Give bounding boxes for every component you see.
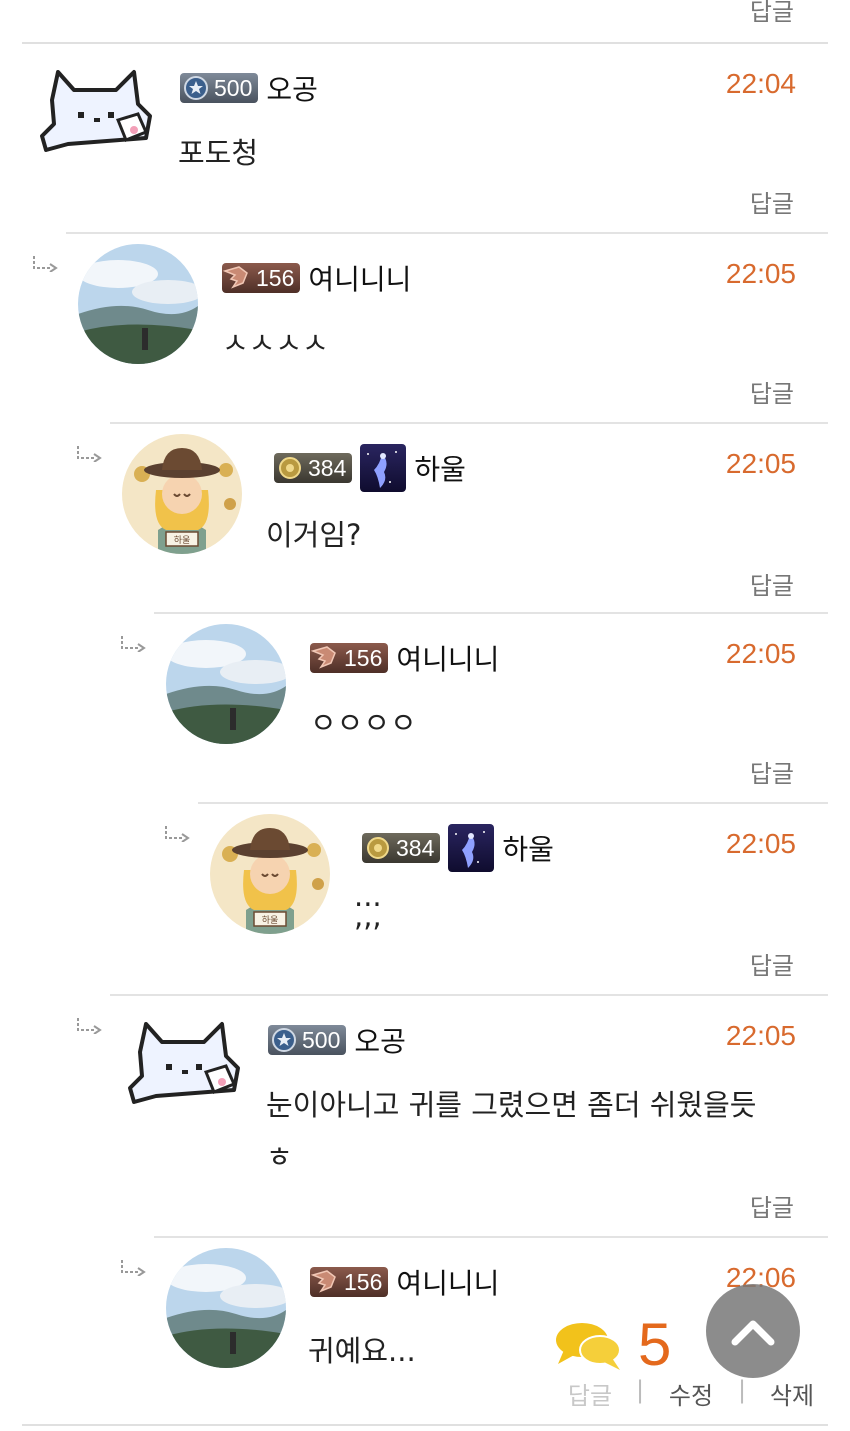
comment: 156 여니니니 22:05 ㅅㅅㅅㅅ 답글 [33, 232, 828, 424]
nickname[interactable]: 여니니니 [396, 1262, 499, 1302]
comment-text: 이거임? [266, 518, 362, 552]
level-badge: 500 [268, 1025, 347, 1055]
avatar-name-tag: 하울 [174, 535, 191, 546]
timestamp: 22:05 [725, 828, 796, 859]
timestamp: 22:05 [725, 258, 796, 289]
level-badge: 156 [310, 1267, 389, 1297]
nickname[interactable]: 하울 [502, 828, 554, 868]
reply-arrow-icon [76, 1018, 102, 1034]
reply-button[interactable]: 답글 [750, 0, 794, 27]
wing-emblem-icon [222, 263, 254, 293]
comment-text: 귀예요... [308, 1334, 416, 1368]
gold-emblem-icon [362, 833, 394, 863]
comment-actions: 답글 | 수정 | 삭제 [550, 1376, 832, 1411]
wing-emblem-icon [310, 643, 342, 673]
avatar[interactable] [166, 1248, 286, 1368]
reply-button[interactable]: 답글 [750, 374, 794, 409]
comment-meta: 156 여니니니 [222, 258, 411, 298]
reply-button[interactable]: 답글 [550, 1376, 630, 1411]
reply-button[interactable]: 답글 [750, 566, 794, 601]
avatar[interactable] [126, 1016, 246, 1106]
timestamp: 22:04 [725, 68, 796, 99]
nickname[interactable]: 오공 [354, 1020, 406, 1060]
avatar[interactable]: 하울 [122, 434, 242, 554]
separator: | [737, 1376, 747, 1404]
nickname[interactable]: 오공 [266, 68, 318, 108]
comment: 하울 384 하울 22:05 이거임? 답글 [77, 422, 828, 614]
comment: 156 여니니니 22:05 ㅇㅇㅇㅇ 답글 [121, 612, 828, 804]
level-badge: 156 [310, 643, 389, 673]
reply-button[interactable]: 답글 [750, 184, 794, 219]
reply-button[interactable]: 답글 [750, 1188, 794, 1223]
level-number: 384 [308, 454, 347, 481]
comment-text-line: 눈이아니고 귀를 그렸으면 좀더 쉬웠을듯 [266, 1088, 757, 1122]
level-badge: 156 [222, 263, 301, 293]
avatar[interactable] [78, 244, 198, 364]
level-badge: 500 [180, 73, 259, 103]
reply-arrow-icon [164, 826, 190, 842]
nickname[interactable]: 하울 [414, 448, 466, 488]
star-emblem-icon [268, 1025, 300, 1055]
comment-meta: 156 여니니니 [310, 1262, 499, 1302]
reply-arrow-icon [32, 256, 58, 272]
reply-arrow-icon [120, 636, 146, 652]
comment-meta: 384 하울 [274, 444, 466, 492]
comment-meta: 384 하울 [362, 824, 554, 872]
reply-arrow-icon [76, 446, 102, 462]
timestamp: 22:05 [725, 1020, 796, 1051]
level-number: 500 [214, 74, 253, 101]
comment-text: ㅇㅇㅇㅇ [310, 706, 417, 740]
comment: 500 오공 22:05 눈이아니고 귀를 그렸으면 좀더 쉬웠을듯 ㅎ 답글 [77, 994, 828, 1238]
level-number: 156 [256, 264, 295, 291]
star-emblem-icon [180, 73, 212, 103]
scroll-to-top-button[interactable] [706, 1284, 800, 1378]
level-badge: 384 [274, 453, 353, 483]
avatar[interactable]: 하울 [210, 814, 330, 934]
comment-count: 5 [638, 1311, 672, 1378]
reply-button[interactable]: 답글 [750, 754, 794, 789]
reply-button[interactable]: 답글 [750, 946, 794, 981]
comment-meta: 500 오공 [268, 1020, 406, 1060]
level-number: 156 [344, 644, 383, 671]
item-fairy-icon [448, 824, 495, 872]
comment: 하울 384 하울 22:05 ... ,,, 답글 [165, 802, 828, 996]
comment: 500 오공 22:04 포도청 답글 [22, 44, 828, 234]
comment-text: ㅅㅅㅅㅅ [222, 326, 329, 360]
level-number: 156 [344, 1268, 383, 1295]
timestamp: 22:05 [725, 448, 796, 479]
reply-arrow-icon [120, 1260, 146, 1276]
nickname[interactable]: 여니니니 [396, 638, 499, 678]
delete-button[interactable]: 삭제 [752, 1376, 832, 1411]
comment-text-line: ㅎ [266, 1140, 293, 1174]
level-badge: 384 [362, 833, 441, 863]
nickname[interactable]: 여니니니 [308, 258, 411, 298]
avatar-name-tag: 하울 [262, 915, 279, 926]
separator: | [635, 1376, 645, 1404]
chevron-up-icon [731, 1320, 775, 1346]
item-fairy-icon [360, 444, 407, 492]
avatar[interactable] [38, 64, 158, 154]
comment-meta: 156 여니니니 [310, 638, 499, 678]
avatar[interactable] [166, 624, 286, 744]
comment-text: 포도청 [178, 136, 259, 170]
comment-meta: 500 오공 [180, 68, 318, 108]
level-number: 384 [396, 834, 435, 861]
level-number: 500 [302, 1026, 341, 1053]
gold-emblem-icon [274, 453, 306, 483]
comment-text-line: ,,, [354, 899, 382, 933]
timestamp: 22:05 [725, 638, 796, 669]
wing-emblem-icon [310, 1267, 342, 1297]
edit-button[interactable]: 수정 [650, 1376, 732, 1411]
comment-bubble-icon[interactable] [554, 1320, 624, 1376]
